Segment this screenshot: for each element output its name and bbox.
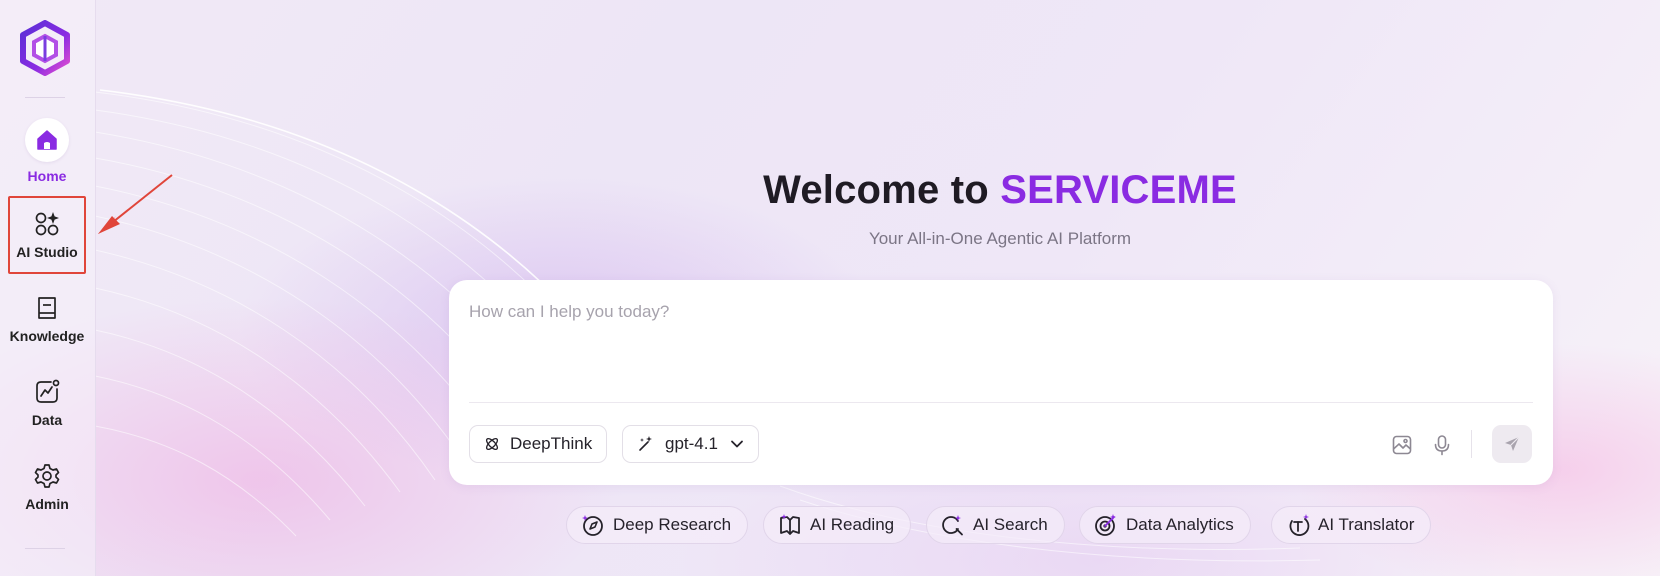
page-subtitle: Your All-in-One Agentic AI Platform	[868, 229, 1132, 248]
sidebar-item-ai-studio[interactable]: AI Studio	[8, 196, 86, 274]
model-select[interactable]: gpt-4.1	[622, 425, 759, 463]
home-icon	[25, 118, 69, 162]
deep-research-icon	[581, 513, 605, 537]
ai-studio-icon	[35, 212, 59, 236]
chip-deep-research[interactable]: Deep Research	[566, 506, 749, 544]
ai-translator-icon	[1286, 513, 1310, 537]
chip-ai-translator[interactable]: AI Translator	[1271, 506, 1432, 544]
sidebar-item-knowledge[interactable]: Knowledge	[8, 280, 86, 358]
chat-composer: DeepThink gpt-4.1	[449, 280, 1553, 485]
ai-search-icon	[941, 513, 965, 537]
sidebar-item-label: Admin	[25, 496, 69, 512]
ai-reading-icon	[778, 513, 802, 537]
sparkle-wand-icon	[637, 435, 655, 453]
model-select-value: gpt-4.1	[665, 434, 718, 453]
sidebar-item-data[interactable]: Data	[8, 364, 86, 442]
chip-data-analytics[interactable]: Data Analytics	[1079, 506, 1251, 544]
chevron-down-icon	[730, 437, 744, 451]
chip-ai-reading[interactable]: AI Reading	[763, 506, 912, 544]
chip-label: AI Search	[973, 515, 1048, 534]
sidebar-item-label: Data	[31, 412, 63, 428]
send-icon	[1505, 436, 1520, 451]
sidebar-item-label: Home	[27, 168, 67, 184]
deepthink-icon	[484, 436, 500, 452]
chart-icon	[36, 379, 60, 403]
app-window: Home AI Studio Knowledge Data Admin Welc…	[0, 0, 1660, 576]
sidebar-item-home[interactable]: Home	[8, 112, 86, 190]
annotation-arrow-icon	[98, 174, 173, 234]
toolbar-separator	[1471, 430, 1472, 458]
chip-ai-search[interactable]: AI Search	[926, 506, 1065, 544]
send-button[interactable]	[1492, 425, 1532, 463]
chip-label: Data Analytics	[1126, 515, 1234, 534]
sidebar-divider	[25, 97, 65, 98]
composer-divider	[469, 402, 1533, 403]
welcome-brand: SERVICEME	[1000, 168, 1237, 212]
sidebar-item-label: Knowledge	[9, 328, 85, 344]
data-analytics-icon	[1094, 513, 1118, 537]
welcome-prefix: Welcome to	[763, 168, 989, 212]
chip-label: Deep Research	[613, 515, 732, 534]
deepthink-button[interactable]: DeepThink	[469, 425, 608, 463]
sidebar-divider	[25, 548, 65, 549]
page-title: Welcome to SERVICEME	[440, 168, 1560, 213]
chat-input[interactable]	[469, 302, 1529, 382]
book-icon	[38, 297, 56, 319]
gear-icon	[34, 464, 60, 488]
chip-label: AI Translator	[1318, 515, 1415, 534]
chip-label: AI Reading	[810, 515, 895, 534]
sidebar-item-admin[interactable]: Admin	[8, 448, 86, 526]
microphone-icon[interactable]	[1429, 432, 1455, 458]
serviceme-logo-icon[interactable]	[19, 20, 71, 76]
image-upload-icon[interactable]	[1389, 432, 1415, 458]
sidebar: Home AI Studio Knowledge Data Admin	[0, 0, 96, 576]
deepthink-label: DeepThink	[510, 434, 593, 453]
sidebar-item-label: AI Studio	[16, 244, 78, 260]
